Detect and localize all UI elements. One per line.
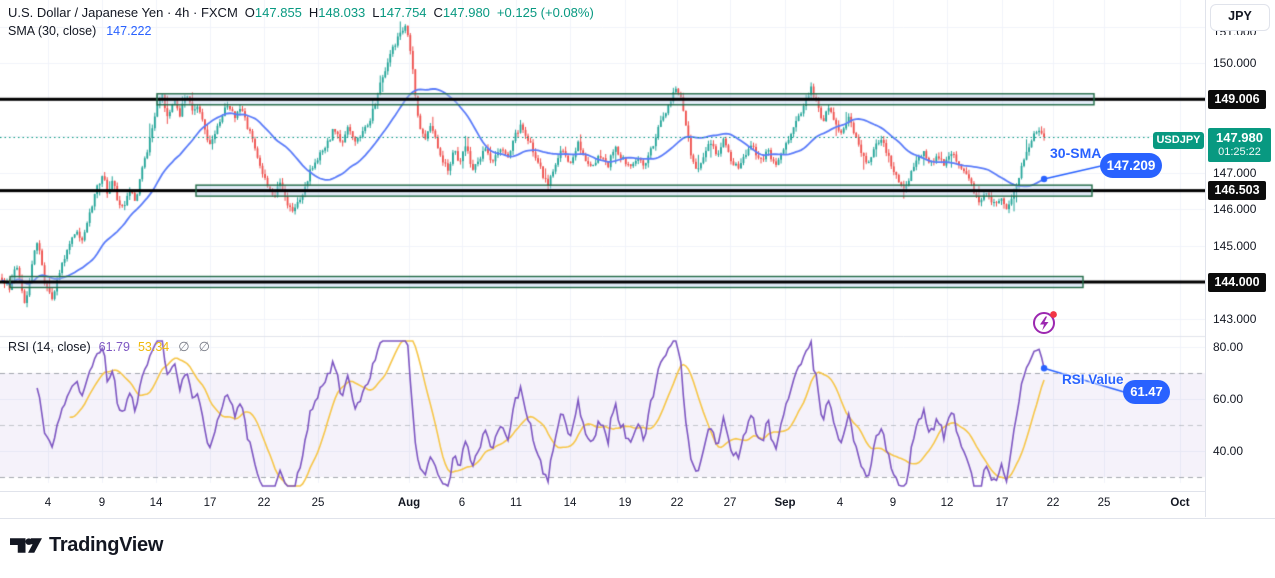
- time-axis-label: Oct: [1170, 497, 1189, 509]
- time-axis-label: 27: [724, 497, 737, 509]
- ohlc-label: C: [434, 5, 443, 20]
- time-axis-label: 22: [258, 497, 271, 509]
- time-axis-label: 22: [671, 497, 684, 509]
- ohlc-label: H: [309, 5, 318, 20]
- tradingview-logo-mark: [10, 538, 42, 553]
- time-axis-label: 25: [1098, 497, 1111, 509]
- main-legend[interactable]: U.S. Dollar / Japanese Yen · 4h · FXCMO1…: [8, 5, 594, 20]
- last-price-badge: 147.980 01:25:22: [1208, 128, 1271, 162]
- currency-toggle-button[interactable]: JPY: [1210, 4, 1270, 31]
- price-axis-label: 147.000: [1213, 165, 1256, 181]
- price-axis[interactable]: JPY 151.000 150.000147.000146.000145.000…: [1205, 0, 1275, 517]
- rsi-axis-label: 60.00: [1213, 391, 1243, 407]
- time-axis-label: 9: [99, 497, 105, 509]
- time-axis-label: 14: [564, 497, 577, 509]
- chart-canvas[interactable]: [0, 0, 1205, 489]
- rsi-hidden-band-value: ∅: [178, 339, 189, 354]
- sma-legend[interactable]: SMA (30, close) 147.222: [8, 24, 151, 38]
- ohlc-value: 147.855: [255, 5, 302, 20]
- rsi-axis-label: 40.00: [1213, 443, 1243, 459]
- sma-legend-label: SMA (30, close): [8, 24, 96, 38]
- time-axis-label: Aug: [398, 497, 420, 509]
- sma-callout-value-pill[interactable]: 147.209: [1100, 153, 1162, 178]
- tradingview-chart-widget: U.S. Dollar / Japanese Yen · 4h · FXCMO1…: [0, 0, 1275, 578]
- time-axis-label: 14: [150, 497, 163, 509]
- rsi-ma-legend-value: 53.34: [138, 340, 169, 354]
- ohlc-value: 147.754: [380, 5, 427, 20]
- bar-countdown: 01:25:22: [1208, 146, 1271, 159]
- price-axis-label: 146.000: [1213, 201, 1256, 217]
- sma-legend-value: 147.222: [106, 24, 151, 38]
- time-axis-label: 19: [619, 497, 632, 509]
- ohlc-label: O: [245, 5, 255, 20]
- footer-attribution: TradingView: [0, 518, 1275, 578]
- rsi-legend-label: RSI (14, close): [8, 340, 91, 354]
- time-axis-label: 4: [45, 497, 51, 509]
- ohlc-values: O147.855 H148.033 L147.754 C147.980: [238, 5, 490, 20]
- time-axis-label: 11: [510, 497, 522, 509]
- ohlc-value: 147.980: [443, 5, 490, 20]
- last-price-value: 147.980: [1208, 129, 1271, 146]
- ohlc-value: 148.033: [318, 5, 365, 20]
- price-axis-label: 150.000: [1213, 55, 1256, 71]
- symbol-title: U.S. Dollar / Japanese Yen · 4h · FXCM: [8, 5, 238, 20]
- time-axis-label: 6: [459, 497, 465, 509]
- tradingview-logo[interactable]: TradingView: [10, 534, 163, 557]
- time-axis-label: 9: [890, 497, 896, 509]
- price-change: +0.125 (+0.08%): [497, 5, 594, 20]
- price-level-badge: 149.006: [1208, 90, 1266, 109]
- time-axis-label: 17: [204, 497, 217, 509]
- time-axis-label: Sep: [774, 497, 795, 509]
- rsi-legend[interactable]: RSI (14, close) 61.79 53.34 ∅ ∅: [8, 339, 210, 355]
- rsi-legend-value: 61.79: [99, 340, 130, 354]
- time-axis-label: 12: [941, 497, 954, 509]
- ohlc-label: L: [372, 5, 379, 20]
- time-axis-label: 4: [837, 497, 843, 509]
- time-axis-label: 25: [312, 497, 325, 509]
- price-level-badge: 144.000: [1208, 273, 1266, 292]
- rsi-callout-value-pill[interactable]: 61.47: [1123, 380, 1170, 404]
- price-level-badge: 146.503: [1208, 181, 1266, 200]
- flash-events-icon[interactable]: [1031, 308, 1059, 336]
- sma-callout-label[interactable]: 30-SMA: [1050, 145, 1101, 161]
- tradingview-logo-text: TradingView: [49, 534, 163, 557]
- price-axis-label: 143.000: [1213, 311, 1256, 327]
- time-axis-label: 17: [996, 497, 1009, 509]
- price-axis-label: 145.000: [1213, 238, 1256, 254]
- rsi-callout-label[interactable]: RSI Value: [1062, 372, 1124, 387]
- rsi-hidden-band-value: ∅: [199, 339, 210, 354]
- time-axis[interactable]: 4 9 14 17 22 25 Aug 6 11 14 19 22 27 Sep 4 9 12 17 22 25 Oct: [0, 491, 1275, 519]
- rsi-axis-label: 80.00: [1213, 339, 1243, 355]
- symbol-price-line-label[interactable]: USDJPY: [1153, 132, 1204, 149]
- time-axis-label: 22: [1047, 497, 1060, 509]
